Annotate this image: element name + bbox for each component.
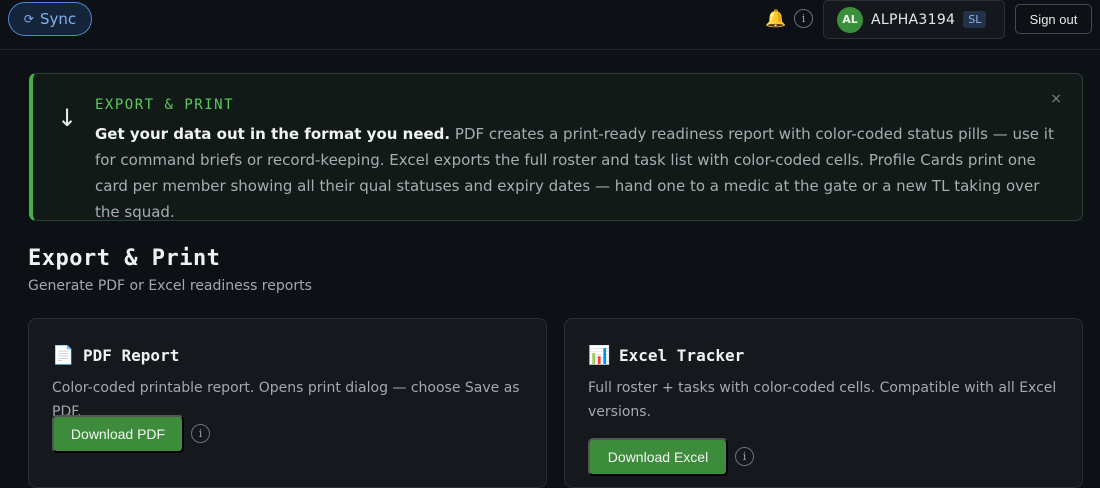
role-badge: SL [963,11,987,28]
sign-out-button[interactable]: Sign out [1015,4,1092,34]
banner-text: Get your data out in the format you need… [95,121,1055,225]
excel-tracker-card: 📊 Excel Tracker Full roster + tasks with… [564,318,1083,488]
download-pdf-button[interactable]: Download PDF [52,415,184,453]
sync-label: Sync [39,10,77,28]
card-description: Full roster + tasks with color-coded cel… [588,380,1057,420]
pdf-report-card: 📄 PDF Report Color-coded printable repor… [28,318,547,488]
sync-icon: ⟳ [23,12,34,26]
info-icon[interactable]: i [191,424,210,443]
info-icon[interactable]: i [735,447,754,466]
page-subtitle: Generate PDF or Excel readiness reports [28,278,312,294]
info-icon[interactable]: i [794,9,813,28]
user-callsign: ALPHA3194 [871,11,956,28]
download-excel-button[interactable]: Download Excel [588,438,728,476]
card-title: PDF Report [83,346,180,365]
document-icon: 📄 [52,345,75,366]
user-menu[interactable]: AL ALPHA3194 SL [823,0,1005,39]
banner-lead: Get your data out in the format you need… [95,125,451,143]
close-icon[interactable]: × [1050,91,1062,107]
bar-chart-icon: 📊 [588,345,611,366]
bell-icon[interactable]: 🔔 [765,8,787,30]
export-info-banner: ↓ × EXPORT & PRINT Get your data out in … [29,73,1083,221]
card-title: Excel Tracker [619,346,745,365]
download-arrow-icon: ↓ [57,104,78,132]
banner-eyebrow: EXPORT & PRINT [95,97,235,113]
page-title: Export & Print [28,246,221,271]
avatar: AL [837,6,863,33]
top-bar: ⟳ Sync 🔔 i AL ALPHA3194 SL Sign out [0,0,1100,50]
sync-button[interactable]: ⟳ Sync [8,2,92,36]
